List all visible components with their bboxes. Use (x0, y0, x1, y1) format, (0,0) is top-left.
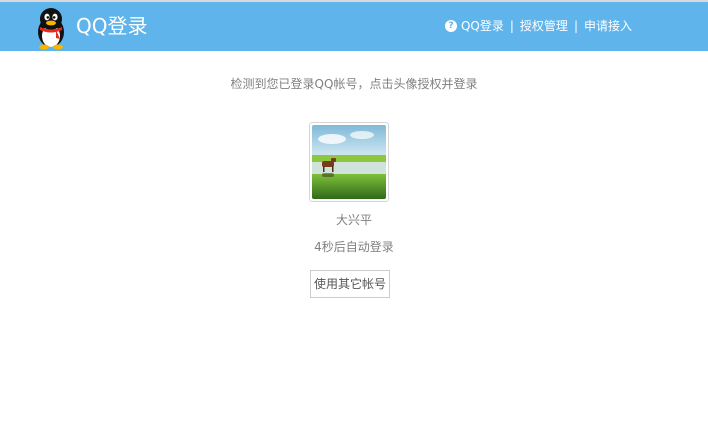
qq-login-page: QQ登录 ? QQ登录 | 授权管理 | 申请接入 检测到您已登录QQ帐号，点击… (0, 0, 708, 444)
nav-link-qq-login[interactable]: QQ登录 (461, 17, 504, 35)
use-other-account-button[interactable]: 使用其它帐号 (310, 270, 390, 298)
nav-link-auth-manage[interactable]: 授权管理 (520, 17, 568, 35)
brand-title: QQ登录 (76, 14, 148, 38)
user-avatar-button[interactable] (309, 122, 389, 202)
user-nickname: 大兴平 (335, 213, 372, 227)
qq-penguin-icon (38, 8, 64, 50)
top-nav: ? QQ登录 | 授权管理 | 申请接入 (444, 17, 632, 35)
auto-login-countdown: 4秒后自动登录 (314, 240, 394, 254)
header-bar: QQ登录 ? QQ登录 | 授权管理 | 申请接入 (0, 0, 708, 51)
login-notice: 检测到您已登录QQ帐号，点击头像授权并登录 (230, 77, 478, 91)
nav-link-apply-access[interactable]: 申请接入 (584, 17, 632, 35)
avatar (312, 125, 386, 199)
question-circle-icon: ? (444, 20, 457, 32)
nav-separator: | (509, 19, 514, 33)
nav-separator: | (573, 19, 578, 33)
